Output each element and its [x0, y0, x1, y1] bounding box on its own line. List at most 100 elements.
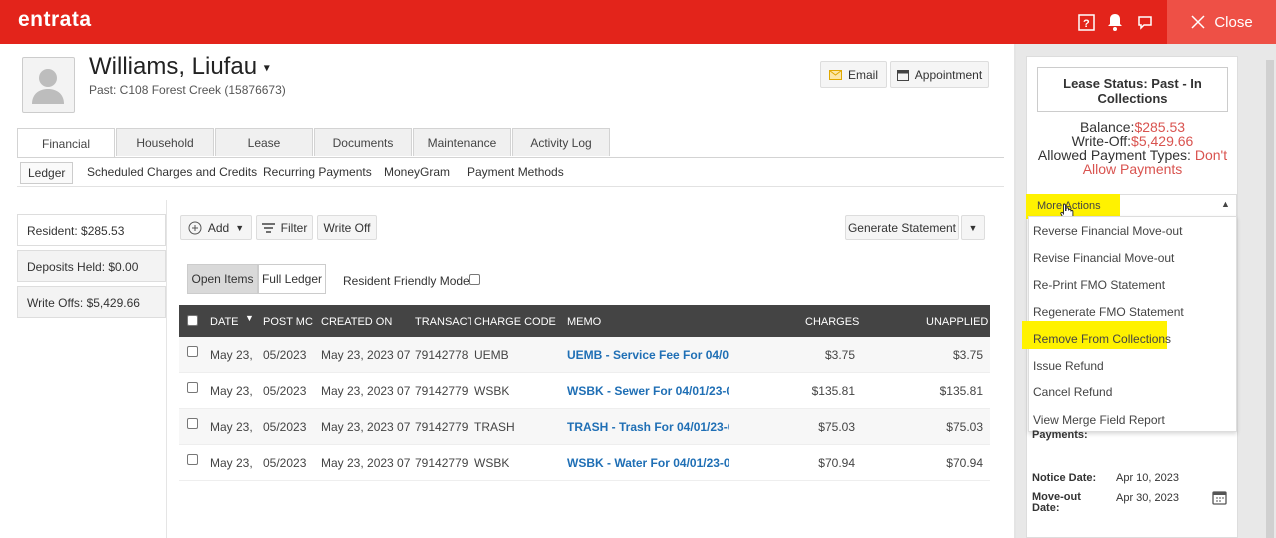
svg-text:?: ?: [1083, 18, 1090, 30]
email-button[interactable]: Email: [820, 61, 887, 88]
subtab-moneygram[interactable]: MoneyGram: [384, 165, 450, 179]
tab-maintenance[interactable]: Maintenance: [413, 128, 511, 156]
close-icon: [1191, 15, 1205, 29]
plus-circle-icon: [188, 221, 202, 234]
row-unapplied: $135.81: [939, 384, 983, 398]
menu-item-regenerate-fmo[interactable]: Regenerate FMO Statement: [1033, 305, 1184, 319]
col-charge-code[interactable]: CHARGE CODE: [474, 316, 556, 328]
row-checkbox[interactable]: [187, 346, 198, 357]
tab-activity-log[interactable]: Activity Log: [512, 128, 610, 156]
menu-item-reverse-fmo[interactable]: Reverse Financial Move-out: [1033, 224, 1182, 238]
caret-down-icon[interactable]: ▾: [264, 61, 270, 75]
row-transaction: 79142779: [415, 420, 469, 434]
lease-status-box: Lease Status: Past - In Collections: [1037, 67, 1228, 112]
moveout-date-label: Move-out Date:: [1032, 491, 1081, 514]
col-date[interactable]: DATE: [210, 316, 239, 328]
row-checkbox[interactable]: [187, 382, 198, 393]
add-label: Add: [207, 220, 230, 235]
close-button[interactable]: Close: [1167, 0, 1276, 44]
resident-balance-card[interactable]: Resident: $285.53: [17, 214, 166, 246]
menu-item-reprint-fmo[interactable]: Re-Print FMO Statement: [1033, 278, 1165, 292]
entrata-logo[interactable]: entrata: [18, 8, 92, 32]
row-memo-link[interactable]: WSBK - Water For 04/01/23-04/3: [567, 456, 729, 470]
col-charges[interactable]: CHARGES: [805, 316, 859, 328]
row-post-month: 05/2023: [263, 348, 307, 362]
filter-icon: [261, 222, 275, 233]
email-label: Email: [847, 67, 878, 82]
resident-friendly-checkbox[interactable]: [469, 274, 480, 285]
resident-unit: Past: C108 Forest Creek (15876673): [89, 83, 286, 97]
row-memo-link[interactable]: WSBK - Sewer For 04/01/23-04/3: [567, 384, 729, 398]
avatar: [22, 57, 75, 113]
generate-statement-dropdown[interactable]: ▼: [961, 215, 985, 240]
envelope-icon: [828, 69, 842, 80]
filter-label: Filter: [280, 220, 308, 235]
col-transaction[interactable]: TRANSACTI: [415, 316, 471, 328]
row-checkbox[interactable]: [187, 418, 198, 429]
payments-label: Payments:: [1032, 429, 1088, 441]
bell-icon[interactable]: [1105, 12, 1125, 32]
notice-date-value: Apr 10, 2023: [1116, 472, 1179, 484]
subtab-recurring-payments[interactable]: Recurring Payments: [263, 165, 372, 179]
scrollbar[interactable]: [1266, 60, 1274, 538]
row-post-month: 05/2023: [263, 384, 307, 398]
table-row[interactable]: May 23, 05/2023 May 23, 2023 07 79142779…: [179, 445, 990, 481]
row-charges: $135.81: [811, 384, 855, 398]
row-memo-link[interactable]: TRASH - Trash For 04/01/23-04/: [567, 420, 729, 434]
tab-lease[interactable]: Lease: [215, 128, 313, 156]
row-transaction: 79142778: [415, 348, 469, 362]
tab-financial[interactable]: Financial: [17, 128, 115, 158]
tab-household[interactable]: Household: [116, 128, 214, 156]
row-post-month: 05/2023: [263, 456, 307, 470]
add-button[interactable]: Add ▼: [180, 215, 252, 240]
full-ledger-toggle[interactable]: Full Ledger: [258, 264, 326, 294]
write-off-button[interactable]: Write Off: [317, 215, 377, 240]
tab-documents[interactable]: Documents: [314, 128, 412, 156]
filter-button[interactable]: Filter: [256, 215, 313, 240]
row-memo-link[interactable]: UEMB - Service Fee For 04/01/2: [567, 348, 729, 362]
open-items-toggle[interactable]: Open Items: [187, 264, 258, 294]
subtab-ledger[interactable]: Ledger: [20, 162, 74, 184]
resident-friendly-label: Resident Friendly Mode:: [343, 274, 474, 288]
subtab-payment-methods[interactable]: Payment Methods: [467, 165, 564, 179]
row-charges: $70.94: [818, 456, 855, 470]
help-icon[interactable]: ?: [1076, 12, 1096, 32]
row-created-on: May 23, 2023 07: [321, 420, 411, 434]
notice-date-label: Notice Date:: [1032, 472, 1097, 484]
col-post-month[interactable]: POST MC: [263, 316, 313, 328]
row-created-on: May 23, 2023 07: [321, 348, 411, 362]
chat-icon[interactable]: [1135, 12, 1155, 32]
caret-down-icon: ▼: [235, 222, 245, 233]
row-checkbox[interactable]: [187, 454, 198, 465]
row-date: May 23,: [210, 348, 253, 362]
menu-item-remove-from-collections[interactable]: Remove From Collections: [1033, 332, 1171, 346]
row-date: May 23,: [210, 420, 253, 434]
subtab-scheduled-charges[interactable]: Scheduled Charges and Credits: [87, 165, 257, 179]
row-charge-code: WSBK: [474, 384, 510, 398]
row-transaction: 79142779: [415, 384, 469, 398]
row-created-on: May 23, 2023 07: [321, 384, 411, 398]
table-row[interactable]: May 23, 05/2023 May 23, 2023 07 79142779…: [179, 409, 990, 445]
table-row[interactable]: May 23, 05/2023 May 23, 2023 07 79142778…: [179, 337, 990, 373]
moveout-date-value: Apr 30, 2023: [1116, 492, 1179, 504]
appointment-label: Appointment: [914, 67, 983, 82]
appointment-button[interactable]: Appointment: [890, 61, 989, 88]
calendar-icon[interactable]: [1212, 490, 1227, 508]
menu-item-revise-fmo[interactable]: Revise Financial Move-out: [1033, 251, 1174, 265]
resident-name[interactable]: Williams, Liufau ▾: [89, 53, 270, 81]
balance-summary: Balance:$285.53 Write-Off:$5,429.66 Allo…: [1030, 120, 1235, 176]
menu-item-cancel-refund[interactable]: Cancel Refund: [1033, 385, 1112, 399]
write-offs-card[interactable]: Write Offs: $5,429.66: [17, 286, 166, 318]
table-row[interactable]: May 23, 05/2023 May 23, 2023 07 79142779…: [179, 373, 990, 409]
menu-item-view-merge-field-report[interactable]: View Merge Field Report: [1033, 413, 1165, 427]
generate-statement-button[interactable]: Generate Statement: [845, 215, 959, 240]
ledger-table-header: DATE ▼ POST MC CREATED ON TRANSACTI CHAR…: [179, 305, 990, 337]
deposits-held-card[interactable]: Deposits Held: $0.00: [17, 250, 166, 282]
menu-item-issue-refund[interactable]: Issue Refund: [1033, 359, 1104, 373]
row-charges: $75.03: [818, 420, 855, 434]
select-all-checkbox[interactable]: [187, 315, 198, 326]
col-created-on[interactable]: CREATED ON: [321, 316, 392, 328]
col-memo[interactable]: MEMO: [567, 316, 601, 328]
row-charge-code: WSBK: [474, 456, 510, 470]
col-unapplied[interactable]: UNAPPLIED: [926, 316, 988, 328]
